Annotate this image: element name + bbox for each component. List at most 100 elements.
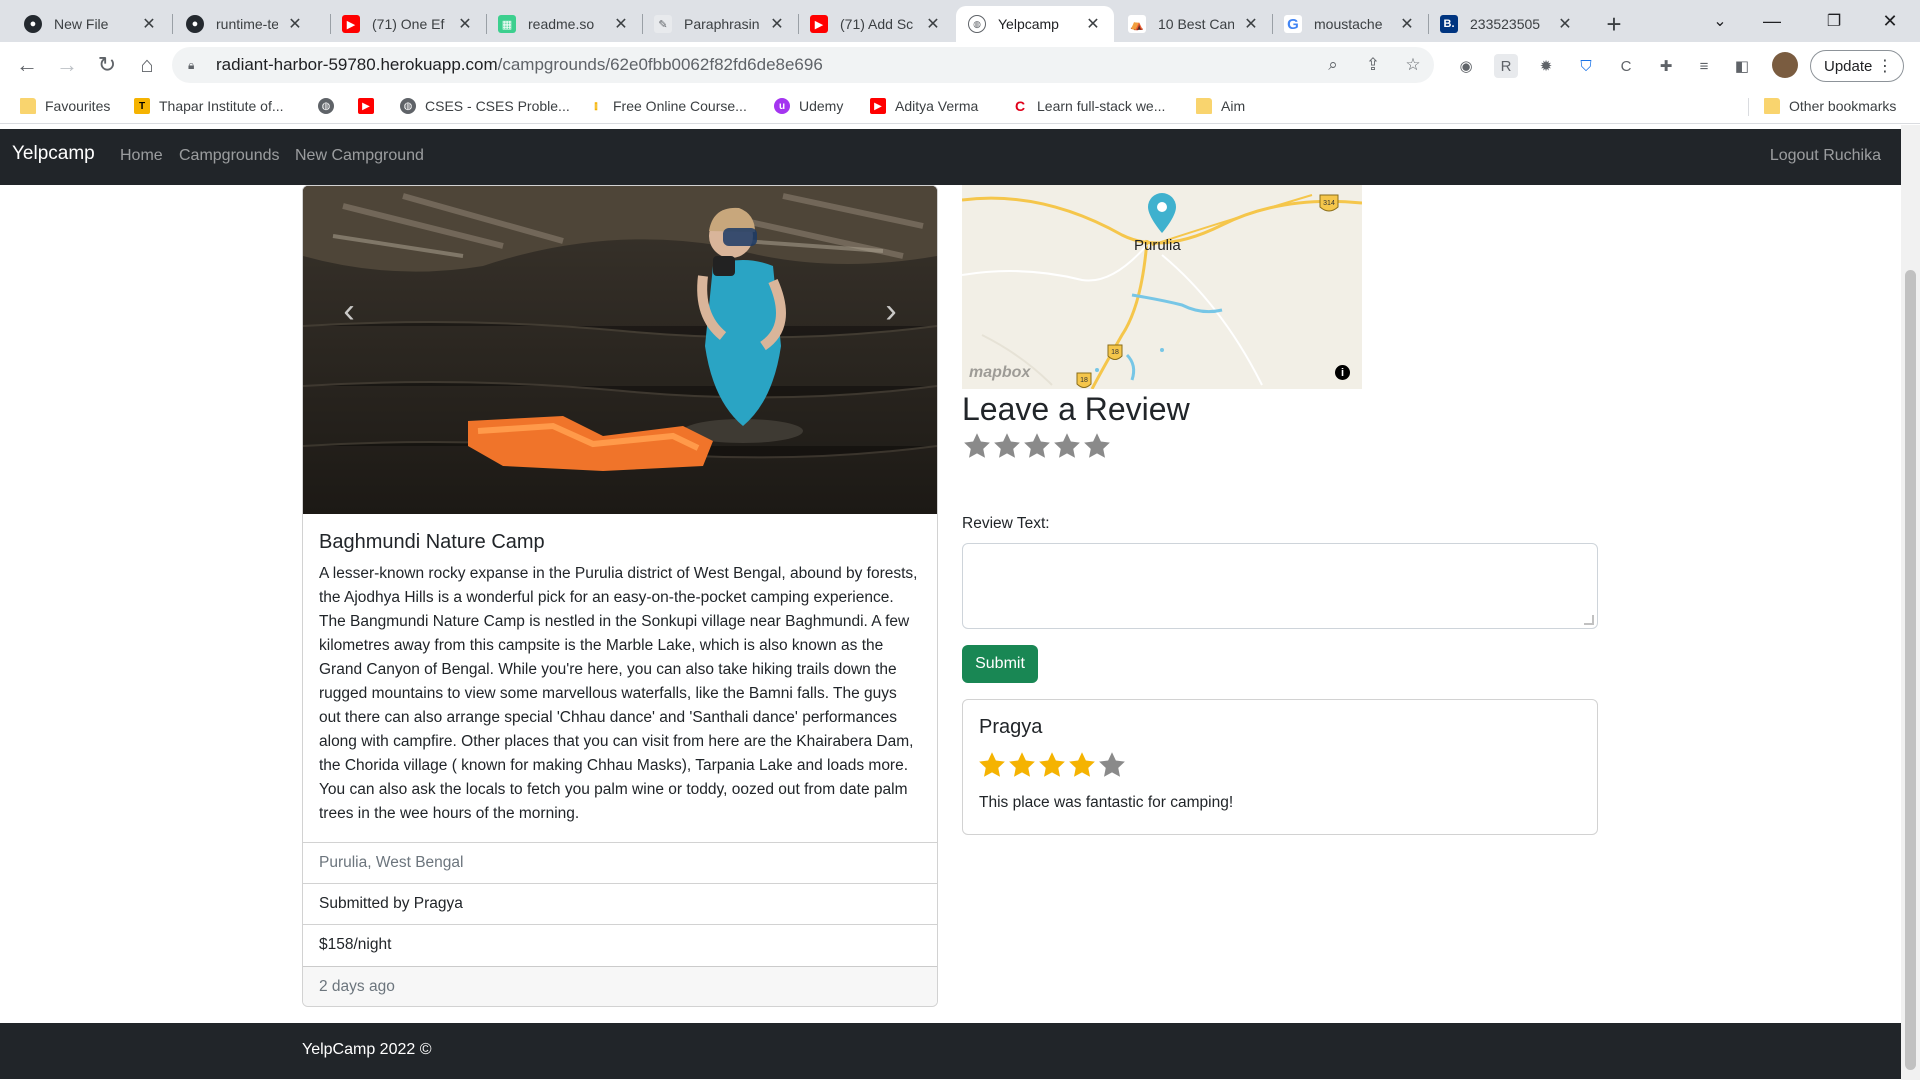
close-icon[interactable]: ✕ (768, 15, 786, 33)
tab-4[interactable]: ▦ readme.so ✕ (486, 6, 642, 42)
bookmark-star-icon[interactable]: ☆ (1402, 54, 1424, 76)
bookmark-label: Thapar Institute of... (159, 98, 284, 114)
logout-link[interactable]: Logout Ruchika (1770, 147, 1881, 165)
close-icon[interactable]: ✕ (140, 15, 158, 33)
update-label: Update (1824, 57, 1873, 75)
star-empty-icon[interactable] (962, 431, 992, 461)
star-empty-icon[interactable] (1082, 431, 1112, 461)
home-button[interactable]: ⌂ (132, 50, 162, 80)
extension-bug-icon[interactable]: ✹ (1534, 54, 1558, 78)
restore-button[interactable]: ❐ (1804, 0, 1864, 42)
extension-shield-icon[interactable]: ⛉ (1574, 54, 1598, 78)
booking-icon: B. (1440, 15, 1458, 33)
nav-campgrounds[interactable]: Campgrounds (179, 147, 280, 165)
lock-icon[interactable]: 🔒︎ (188, 58, 202, 72)
folder-icon (1764, 98, 1780, 114)
review-text-label: Review Text: (962, 515, 1050, 532)
resize-handle-icon[interactable] (1584, 615, 1594, 625)
folder-icon (1196, 98, 1212, 114)
brand-link[interactable]: Yelpcamp (12, 143, 95, 165)
star-empty-icon[interactable] (1052, 431, 1082, 461)
star-empty-icon[interactable] (992, 431, 1022, 461)
bookmark-favourites[interactable]: Favourites (20, 96, 110, 116)
quill-icon: ✎ (654, 15, 672, 33)
nav-home[interactable]: Home (120, 147, 163, 165)
bookmark-codecademy[interactable]: C Learn full-stack we... (1012, 96, 1165, 116)
close-icon[interactable]: ✕ (1242, 15, 1260, 33)
thapar-icon: T (134, 98, 150, 114)
review-text-input[interactable] (962, 543, 1598, 629)
close-icon[interactable]: ✕ (1556, 15, 1574, 33)
bookmark-label: Aim (1221, 98, 1246, 114)
star-empty-icon[interactable] (1022, 431, 1052, 461)
carousel-next-button[interactable]: › (871, 286, 911, 336)
menu-dots-icon[interactable]: ⋮ (1877, 56, 1893, 76)
bookmark-cses[interactable]: ◍ CSES - CSES Proble... (400, 96, 570, 116)
road-shield-18: 18 (1107, 344, 1123, 360)
road-shield-314: 314 (1319, 194, 1339, 212)
rating-input[interactable] (962, 431, 1112, 461)
carousel-prev-button[interactable]: ‹ (329, 286, 369, 336)
nav-new-campground[interactable]: New Campground (295, 147, 424, 165)
forward-button[interactable]: → (52, 50, 82, 80)
bookmark-globe[interactable]: ◍ (318, 96, 343, 116)
tab-5[interactable]: ✎ Paraphrasin ✕ (642, 6, 798, 42)
reload-button[interactable]: ↻ (92, 50, 122, 80)
tab-title: Paraphrasin (684, 16, 760, 32)
tab-9[interactable]: G moustache ✕ (1272, 6, 1428, 42)
map-attribution-info-icon[interactable]: i (1335, 365, 1350, 380)
tab-1[interactable]: ● New File ✕ (12, 6, 170, 42)
bookmark-aditya-verma[interactable]: ▶ Aditya Verma (870, 96, 978, 116)
update-button[interactable]: Update ⋮ (1810, 50, 1904, 82)
page-scrollbar[interactable] (1901, 125, 1920, 1080)
submit-review-button[interactable]: Submit (962, 645, 1038, 683)
close-icon[interactable]: ✕ (1398, 15, 1416, 33)
close-icon[interactable]: ✕ (286, 15, 304, 33)
review-card: Pragya This place was fantastic for camp… (962, 699, 1598, 835)
extension-r-icon[interactable]: R (1494, 54, 1518, 78)
tab-2[interactable]: ● runtime-ter ✕ (174, 6, 316, 42)
leave-review-heading: Leave a Review (962, 391, 1190, 427)
road-shield-18: 18 (1076, 372, 1092, 388)
campground-map[interactable]: 314 18 18 Purulia mapbox i (962, 185, 1362, 389)
campground-card: ‹ › Baghmundi Nature Camp A lesser-known… (302, 185, 938, 1007)
svg-text:314: 314 (1323, 200, 1335, 207)
back-button[interactable]: ← (12, 50, 42, 80)
youtube-icon: ▶ (810, 15, 828, 33)
close-window-button[interactable]: ✕ (1860, 0, 1920, 42)
new-tab-button[interactable]: + (1598, 8, 1630, 40)
footer-copyright: YelpCamp 2022 © (302, 1041, 432, 1058)
bookmark-free-course[interactable]: ⫾ Free Online Course... (588, 96, 747, 116)
address-bar[interactable]: 🔒︎ radiant-harbor-59780.herokuapp.com/ca… (172, 47, 1434, 83)
scrollbar-thumb[interactable] (1905, 270, 1916, 1070)
close-icon[interactable]: ✕ (456, 15, 474, 33)
extensions-puzzle-icon[interactable]: ✚ (1654, 54, 1678, 78)
extension-brain-icon[interactable]: ◉ (1454, 54, 1478, 78)
bookmark-youtube[interactable]: ▶ (358, 96, 383, 116)
bookmark-other[interactable]: Other bookmarks (1764, 96, 1896, 116)
tab-6[interactable]: ▶ (71) Add Sc ✕ (798, 6, 954, 42)
tab-10[interactable]: B. 233523505 ✕ (1428, 6, 1586, 42)
minimize-button[interactable]: — (1742, 0, 1802, 42)
extension-c-icon[interactable]: C (1614, 54, 1638, 78)
bookmark-label: Other bookmarks (1789, 98, 1897, 114)
tab-yelpcamp-active[interactable]: ◍ Yelpcamp ✕ (956, 6, 1114, 42)
star-empty-icon (1099, 752, 1125, 777)
close-icon[interactable]: ✕ (924, 15, 942, 33)
tab-title: moustache (1314, 16, 1383, 32)
zoom-icon[interactable]: ⌕ (1322, 54, 1344, 76)
bookmark-udemy[interactable]: u Udemy (774, 96, 843, 116)
share-icon[interactable]: ⇪ (1362, 54, 1384, 76)
tab-8[interactable]: ⛺ 10 Best Can ✕ (1116, 6, 1272, 42)
side-panel-icon[interactable]: ◧ (1730, 54, 1754, 78)
tab-search-icon[interactable]: ⌄ (1690, 0, 1750, 42)
youtube-icon: ▶ (870, 98, 886, 114)
close-icon[interactable]: ✕ (1084, 15, 1102, 33)
bookmark-aim[interactable]: Aim (1196, 96, 1245, 116)
bookmark-thapar[interactable]: T Thapar Institute of... (134, 96, 284, 116)
tab-3[interactable]: ▶ (71) One Ef ✕ (330, 6, 486, 42)
profile-avatar[interactable] (1772, 52, 1798, 78)
media-controls-icon[interactable]: ≡ (1692, 54, 1716, 78)
close-icon[interactable]: ✕ (612, 15, 630, 33)
mapbox-logo[interactable]: mapbox (969, 364, 1030, 382)
